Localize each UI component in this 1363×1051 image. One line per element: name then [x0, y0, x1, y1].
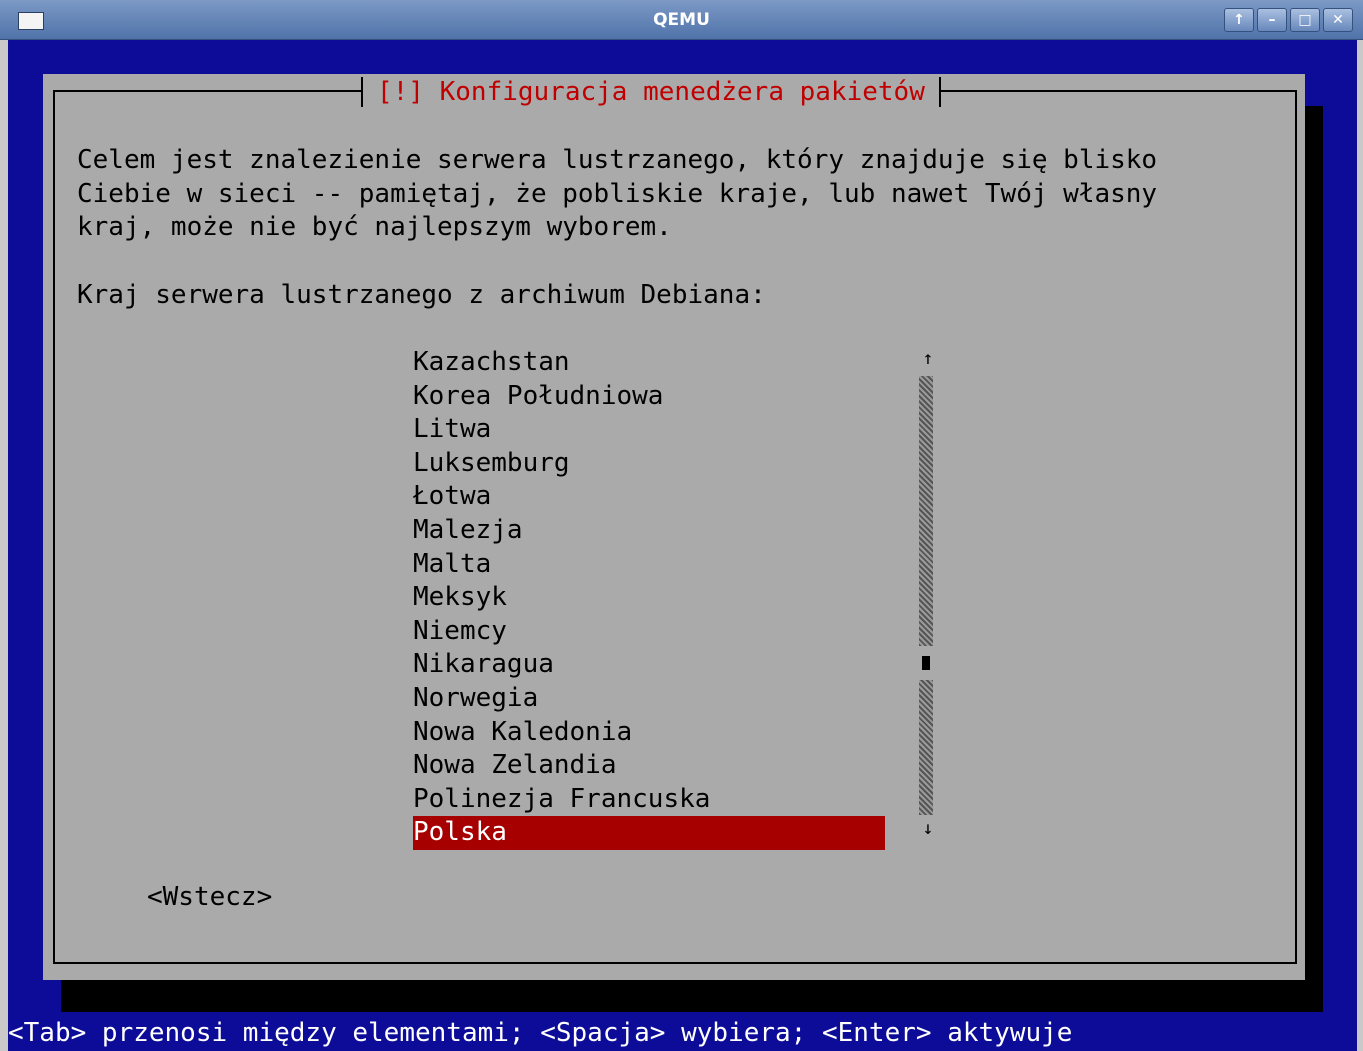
minimize-button[interactable]: –: [1257, 8, 1287, 32]
dialog-title-wrap: [!] Konfiguracja menedżera pakietów: [361, 74, 941, 110]
country-item[interactable]: Nowa Zelandia: [413, 749, 885, 783]
country-prompt: Kraj serwera lustrzanego z archiwum Debi…: [77, 280, 766, 310]
country-item[interactable]: Meksyk: [413, 581, 885, 615]
country-item[interactable]: Nikaragua: [413, 648, 885, 682]
scrollbar-track-lower[interactable]: [919, 680, 933, 815]
back-button[interactable]: <Wstecz>: [147, 882, 272, 912]
window-titlebar: QEMU ↑ – □ ✕: [0, 0, 1363, 40]
dialog-title: [!] Konfiguracja menedżera pakietów: [363, 77, 939, 107]
country-item[interactable]: Litwa: [413, 413, 885, 447]
status-bar-hint: <Tab> przenosi między elementami; <Spacj…: [8, 1018, 1073, 1048]
scrollbar-track-upper[interactable]: [919, 376, 933, 646]
scroll-down-icon[interactable]: ↓: [915, 818, 941, 839]
list-scrollbar[interactable]: ↑ ↓: [915, 346, 941, 851]
scrollbar-thumb[interactable]: [922, 656, 930, 670]
close-button[interactable]: ✕: [1323, 8, 1353, 32]
keep-above-button[interactable]: ↑: [1224, 8, 1254, 32]
scroll-up-icon[interactable]: ↑: [915, 348, 941, 369]
country-list[interactable]: Kazachstan Korea Południowa Litwa Luksem…: [413, 346, 885, 850]
window-border-right: [1357, 40, 1363, 1051]
country-item[interactable]: Malta: [413, 548, 885, 582]
description-line: kraj, może nie być najlepszym wyborem.: [77, 212, 672, 243]
country-item[interactable]: Norwegia: [413, 682, 885, 716]
package-manager-dialog: [!] Konfiguracja menedżera pakietów Cele…: [43, 74, 1305, 980]
country-item[interactable]: Luksemburg: [413, 447, 885, 481]
country-item[interactable]: Niemcy: [413, 615, 885, 649]
country-item-selected[interactable]: Polska: [413, 816, 885, 850]
title-divider-right: [938, 77, 941, 107]
maximize-button[interactable]: □: [1290, 8, 1320, 32]
country-item[interactable]: Polinezja Francuska: [413, 783, 885, 817]
dialog-description: Celem jest znalezienie serwera lustrzane…: [77, 144, 1157, 245]
country-item[interactable]: Malezja: [413, 514, 885, 548]
window-border-left: [0, 40, 8, 1051]
country-item[interactable]: Nowa Kaledonia: [413, 716, 885, 750]
country-item[interactable]: Korea Południowa: [413, 380, 885, 414]
country-item[interactable]: Łotwa: [413, 480, 885, 514]
window-title: QEMU: [653, 10, 710, 30]
description-line: Ciebie w sieci -- pamiętaj, że pobliskie…: [77, 178, 1158, 209]
description-line: Celem jest znalezienie serwera lustrzane…: [77, 145, 1158, 175]
country-item[interactable]: Kazachstan: [413, 346, 885, 380]
window-controls: ↑ – □ ✕: [1224, 8, 1353, 32]
